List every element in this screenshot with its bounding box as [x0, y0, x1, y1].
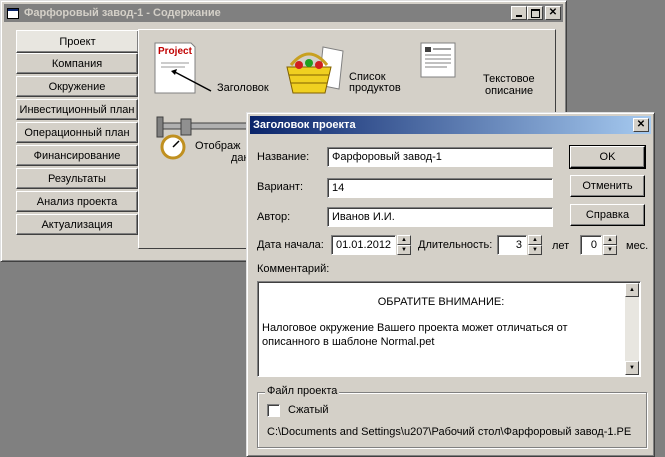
text-document-icon: [420, 42, 456, 78]
minimize-button[interactable]: [511, 6, 527, 20]
comment-scrollbar[interactable]: ▲ ▼: [625, 283, 639, 375]
nav-label: Операционный план: [24, 126, 130, 139]
maximize-button[interactable]: [527, 6, 543, 20]
author-label: Автор:: [257, 211, 291, 223]
spin-down-icon[interactable]: ▼: [397, 245, 411, 255]
project-badge: Project: [158, 46, 192, 57]
nav-label: Компания: [51, 57, 103, 70]
dialog-titlebar[interactable]: Заголовок проекта ✕: [250, 116, 651, 134]
nav-project-analysis[interactable]: Анализ проекта: [16, 191, 138, 212]
comment-body: Налоговое окружение Вашего проекта может…: [262, 322, 568, 348]
help-button[interactable]: Справка: [570, 204, 645, 226]
nav-results[interactable]: Результаты: [16, 168, 138, 189]
product-basket-icon: [286, 46, 344, 94]
compressed-checkbox[interactable]: [267, 404, 280, 417]
months-field[interactable]: [580, 235, 602, 255]
display-label-line1: Отображ: [195, 140, 241, 152]
main-title: Фарфоровый завод-1 - Содержание: [24, 7, 221, 19]
cancel-button[interactable]: Отменить: [570, 175, 645, 197]
author-field[interactable]: [327, 207, 553, 227]
duration-label: Длительность:: [418, 239, 493, 251]
ok-button[interactable]: OK: [569, 145, 646, 169]
text-label-line2: описание: [485, 85, 534, 97]
spin-up-icon[interactable]: ▲: [397, 235, 411, 245]
years-label: лет: [552, 240, 570, 252]
project-file-group-label: Файл проекта: [265, 385, 340, 397]
project-file-group: [257, 392, 647, 448]
nav-label: Проект: [59, 35, 96, 48]
text-description-module[interactable]: Текстовое описание: [419, 41, 549, 101]
nav-environment[interactable]: Окружение: [16, 76, 138, 97]
nav-financing[interactable]: Финансирование: [16, 145, 138, 166]
name-field[interactable]: [327, 147, 553, 167]
nav-project[interactable]: Проект: [16, 30, 138, 53]
close-button[interactable]: ✕: [545, 6, 561, 20]
products-module[interactable]: Список продуктов: [283, 41, 408, 101]
products-label-line2: продуктов: [349, 82, 401, 94]
close-icon: ✕: [548, 7, 558, 18]
compressed-label: Сжатый: [288, 404, 329, 416]
nav-label: Анализ проекта: [36, 195, 118, 208]
spin-down-icon[interactable]: ▼: [603, 245, 617, 255]
nav-label: Финансирование: [33, 149, 121, 162]
years-spinner[interactable]: ▲ ▼: [528, 235, 542, 255]
comment-textarea[interactable]: ОБРАТИТЕ ВНИМАНИЕ: Налоговое окружение В…: [257, 281, 641, 377]
nav-label: Окружение: [48, 80, 106, 93]
header-module[interactable]: Project Заголовок: [151, 41, 276, 101]
variant-field[interactable]: [327, 178, 553, 198]
name-label: Название:: [257, 151, 310, 163]
display-data-module[interactable]: Отображ дан: [151, 113, 250, 173]
spin-up-icon[interactable]: ▲: [603, 235, 617, 245]
nav-label: Инвестиционный план: [19, 103, 135, 116]
header-label: Заголовок: [217, 82, 269, 94]
nav-actualization[interactable]: Актуализация: [16, 214, 138, 235]
dialog-title: Заголовок проекта: [253, 119, 356, 131]
text-label-line1: Текстовое: [483, 73, 535, 85]
start-date-field[interactable]: [331, 235, 396, 255]
nav-investment-plan[interactable]: Инвестиционный план: [16, 99, 138, 120]
nav-operational-plan[interactable]: Операционный план: [16, 122, 138, 143]
years-field[interactable]: [497, 235, 527, 255]
dialog-close-button[interactable]: ✕: [633, 118, 649, 132]
months-spinner[interactable]: ▲ ▼: [603, 235, 617, 255]
nav-company[interactable]: Компания: [16, 53, 138, 74]
comment-heading: ОБРАТИТЕ ВНИМАНИЕ:: [377, 296, 505, 308]
help-label: Справка: [585, 209, 630, 221]
variant-label: Вариант:: [257, 181, 304, 193]
ok-label: OK: [599, 151, 616, 163]
start-date-spinner[interactable]: ▲ ▼: [397, 235, 411, 255]
start-date-label: Дата начала:: [257, 239, 324, 251]
nav-label: Актуализация: [41, 218, 113, 231]
nav-label: Результаты: [48, 172, 106, 185]
app-window-icon: [6, 6, 20, 20]
maximize-icon: [530, 8, 540, 18]
spin-up-icon[interactable]: ▲: [528, 235, 542, 245]
close-icon: ✕: [636, 119, 646, 130]
spin-down-icon[interactable]: ▼: [528, 245, 542, 255]
months-label: мес.: [626, 240, 649, 252]
main-titlebar[interactable]: Фарфоровый завод-1 - Содержание ✕: [4, 4, 563, 22]
minimize-icon: [516, 15, 522, 17]
scroll-up-icon[interactable]: ▲: [625, 283, 639, 297]
scroll-down-icon[interactable]: ▼: [625, 361, 639, 375]
cancel-label: Отменить: [582, 180, 633, 192]
file-path: C:\Documents and Settings\u207\Рабочий с…: [267, 426, 632, 438]
comment-label: Комментарий:: [257, 263, 330, 275]
